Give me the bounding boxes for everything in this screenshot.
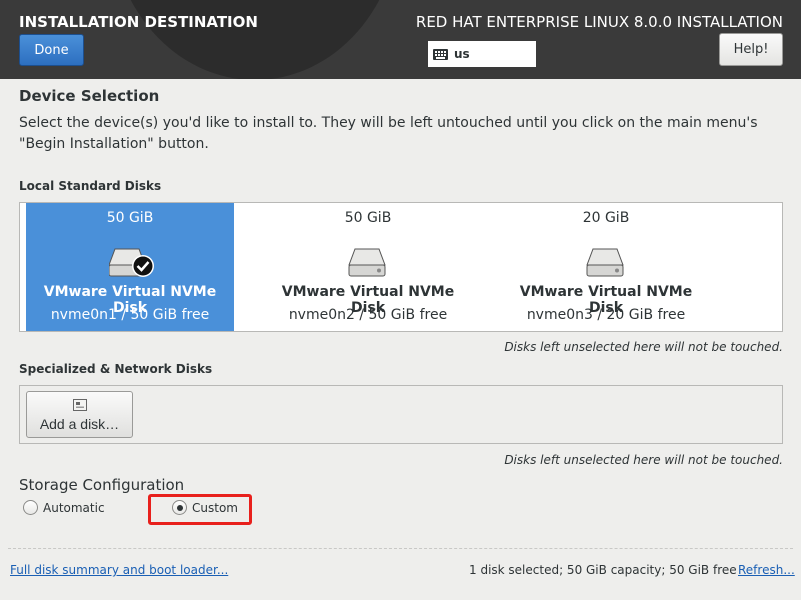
automatic-radio[interactable]: Automatic: [23, 500, 105, 515]
keyboard-layout-label: us: [454, 47, 470, 61]
keyboard-icon: [433, 48, 448, 60]
refresh-link[interactable]: Refresh...: [738, 563, 795, 577]
page-title: INSTALLATION DESTINATION: [19, 13, 258, 31]
specialized-disks-note: Disks left unselected here will not be t…: [504, 453, 783, 467]
local-disks-label: Local Standard Disks: [19, 179, 162, 193]
device-selection-description: Select the device(s) you'd like to insta…: [19, 115, 758, 152]
product-title: RED HAT ENTERPRISE LINUX 8.0.0 INSTALLAT…: [415, 13, 783, 31]
add-disk-button[interactable]: Add a disk…: [26, 391, 133, 438]
header-decoration: [110, 0, 400, 79]
hard-disk-icon: [586, 248, 624, 277]
add-disk-icon: [73, 399, 87, 411]
disk-nvme0n2[interactable]: 50 GiB VMware Virtual NVMe Disk nvme0n2 …: [264, 203, 472, 331]
device-selection-heading: Device Selection: [19, 87, 160, 105]
disk-size: 50 GiB: [344, 210, 392, 226]
footer-divider: [8, 548, 793, 549]
disk-info: nvme0n1 / 50 GiB free: [50, 307, 210, 323]
add-disk-label: Add a disk…: [39, 416, 120, 432]
local-disks-note: Disks left unselected here will not be t…: [504, 340, 783, 354]
disk-size: 20 GiB: [582, 210, 630, 226]
disk-size: 50 GiB: [106, 210, 154, 226]
header-bar: INSTALLATION DESTINATION RED HAT ENTERPR…: [0, 0, 801, 79]
automatic-radio-indicator[interactable]: [23, 500, 38, 515]
disk-nvme0n3[interactable]: 20 GiB VMware Virtual NVMe Disk nvme0n3 …: [502, 203, 710, 331]
local-disks-panel: 50 GiB VMware Virtual NVMe Disk nvme0n1 …: [19, 202, 783, 332]
disk-info: nvme0n3 / 20 GiB free: [526, 307, 686, 323]
disk-nvme0n1[interactable]: 50 GiB VMware Virtual NVMe Disk nvme0n1 …: [26, 203, 234, 331]
hard-disk-icon: [348, 248, 386, 277]
done-button[interactable]: Done: [19, 34, 84, 66]
storage-configuration-heading: Storage Configuration: [19, 476, 185, 494]
disk-selection-status: 1 disk selected; 50 GiB capacity; 50 GiB…: [469, 563, 737, 577]
custom-highlight-box: [148, 494, 252, 525]
specialized-disks-label: Specialized & Network Disks: [19, 362, 213, 376]
hard-disk-checked-icon: [109, 248, 154, 277]
full-disk-summary-link[interactable]: Full disk summary and boot loader...: [10, 563, 228, 577]
automatic-radio-label: Automatic: [43, 500, 105, 515]
keyboard-layout-indicator[interactable]: us: [428, 41, 536, 67]
specialized-disks-panel: Add a disk…: [19, 385, 783, 444]
help-button[interactable]: Help!: [719, 33, 783, 66]
disk-info: nvme0n2 / 50 GiB free: [288, 307, 448, 323]
